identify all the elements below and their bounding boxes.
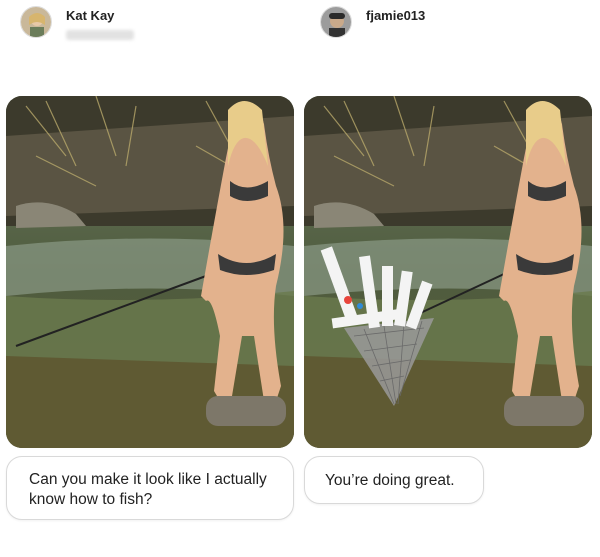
- request-text: Can you make it look like I actually kno…: [29, 471, 267, 508]
- replier-avatar[interactable]: [320, 6, 352, 38]
- edited-photo[interactable]: [304, 96, 592, 448]
- request-message-bubble: Can you make it look like I actually kno…: [6, 456, 294, 520]
- requester-avatar[interactable]: [20, 6, 52, 38]
- reply-header: fjamie013: [320, 4, 425, 44]
- request-column: Kat Kay Can you make it look like I actu…: [0, 0, 300, 557]
- replier-username[interactable]: fjamie013: [366, 8, 425, 23]
- original-photo[interactable]: [6, 96, 294, 448]
- blurred-subtitle: [66, 30, 134, 40]
- requester-username[interactable]: Kat Kay: [66, 8, 114, 23]
- reply-message-bubble: You’re doing great.: [304, 456, 484, 504]
- reply-column: fjamie013 You’re doing great.: [300, 0, 600, 557]
- reply-text: You’re doing great.: [325, 472, 455, 489]
